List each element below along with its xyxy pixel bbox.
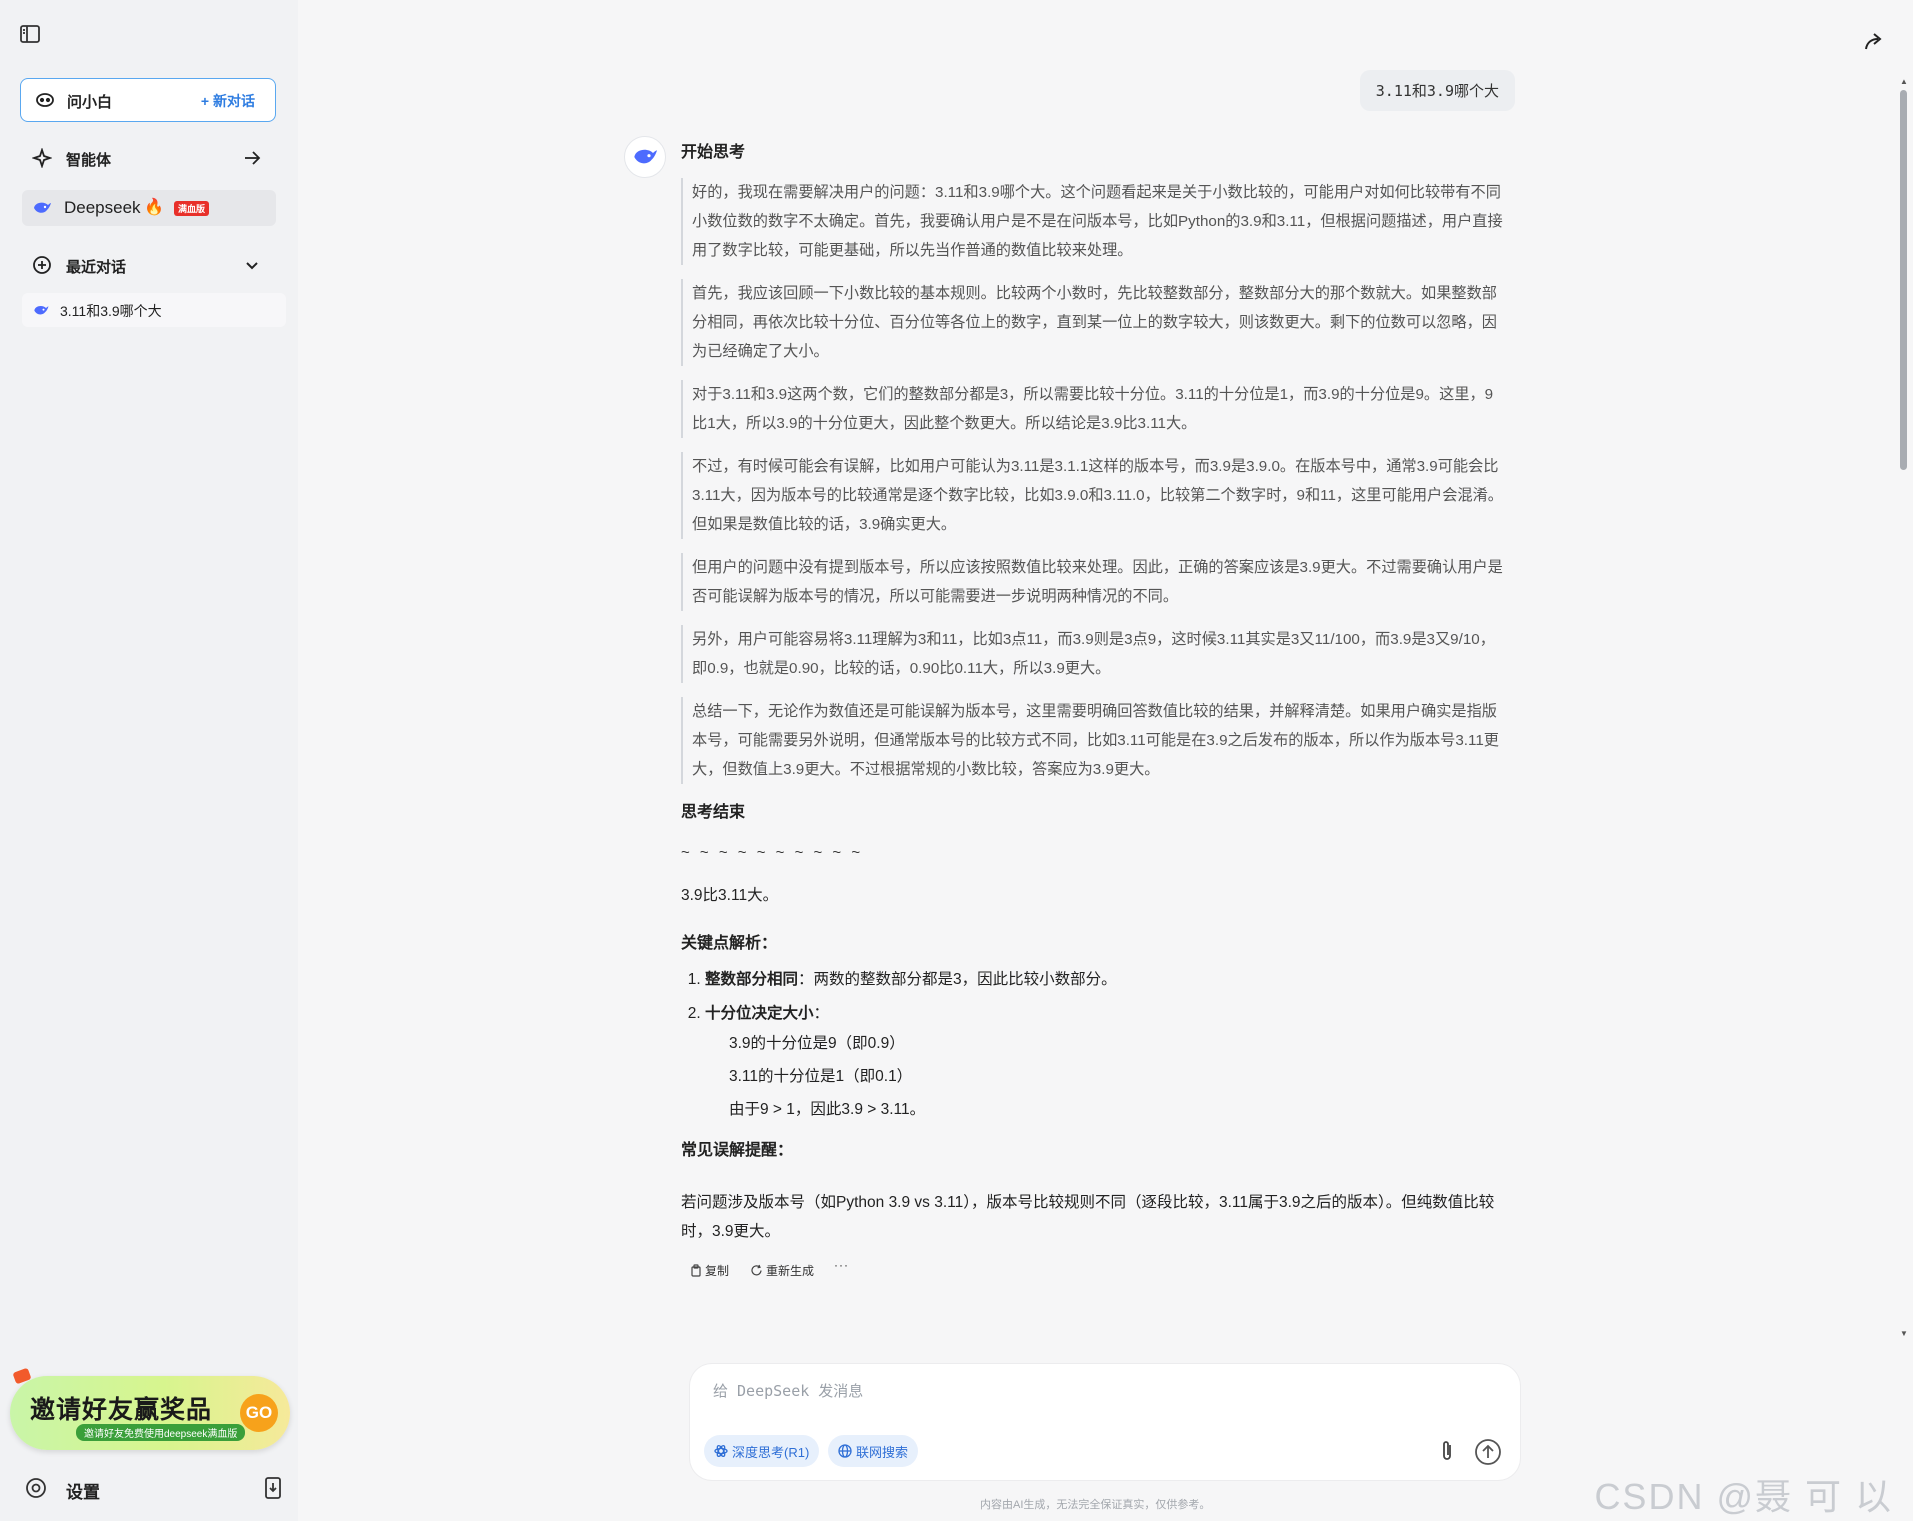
sidebar-item-deepseek[interactable]: Deepseek 🔥 满血版 <box>22 190 276 226</box>
tenths-line: 3.11的十分位是1（即0.1） <box>729 1068 913 1085</box>
tenths-line: 3.9的十分位是9（即0.9） <box>729 1035 905 1052</box>
message-actions: 复制 重新生成 ··· <box>681 1258 1507 1282</box>
more-button[interactable]: ··· <box>834 1258 849 1272</box>
new-chat-button[interactable]: + 新对话 <box>201 91 255 111</box>
fire-icon: 🔥 <box>144 199 164 216</box>
web-search-label: 联网搜索 <box>856 1444 909 1460</box>
globe-icon <box>838 1444 852 1458</box>
answer-text: 3.9比3.11大。 <box>681 887 779 904</box>
list-item: 整数部分相同：两数的整数部分都是3，因此比较小数部分。 <box>705 967 1507 993</box>
regenerate-button[interactable]: 重新生成 <box>750 1262 814 1279</box>
key-point-text: ：两数的整数部分都是3，因此比较小数部分。 <box>798 971 1117 988</box>
key-point-title: 十分位决定大小 <box>705 1005 814 1022</box>
download-app-icon[interactable] <box>262 1476 284 1500</box>
deepseek-whale-icon <box>634 149 657 164</box>
misconception-text: 若问题涉及版本号（如Python 3.9 vs 3.11），版本号比较规则不同（… <box>681 1194 1495 1240</box>
deepseek-whale-icon <box>32 199 52 217</box>
full-version-badge: 满血版 <box>174 201 210 216</box>
chevron-down-icon[interactable] <box>242 255 262 275</box>
key-points-heading: 关键点解析： <box>681 935 778 952</box>
recent-chat-item[interactable]: 3.11和3.9哪个大 <box>22 293 286 327</box>
deepseek-whale-icon <box>32 303 50 318</box>
copy-icon <box>691 1264 701 1277</box>
regenerate-label: 重新生成 <box>766 1264 815 1278</box>
arrow-up-icon <box>1475 1439 1501 1465</box>
scroll-down-arrow[interactable]: ▼ <box>1899 1330 1909 1338</box>
think-paragraph: 不过，有时候可能会有误解，比如用户可能认为3.11是3.1.1这样的版本号，而3… <box>681 452 1507 539</box>
chat-bubble-icon <box>35 90 55 110</box>
think-paragraph: 好的，我现在需要解决用户的问题：3.11和3.9哪个大。这个问题看起来是关于小数… <box>681 178 1507 265</box>
message-input-box[interactable]: 给 DeepSeek 发消息 深度思考(R1) 联网搜索 <box>690 1364 1520 1480</box>
key-points-list: 整数部分相同：两数的整数部分都是3，因此比较小数部分。 十分位决定大小： <box>681 967 1507 1027</box>
recent-chat-title: 3.11和3.9哪个大 <box>60 303 162 319</box>
message-input[interactable]: 给 DeepSeek 发消息 <box>713 1380 863 1401</box>
web-search-toggle[interactable]: 联网搜索 <box>828 1435 919 1467</box>
ai-disclaimer: 内容由AI生成，无法完全保证真实，仅供参考。 <box>980 1499 1211 1511</box>
list-item: 十分位决定大小： <box>705 1001 1507 1027</box>
promo-go-button[interactable]: GO <box>240 1394 278 1432</box>
plus-circle-icon <box>32 255 52 275</box>
sidebar-item-agents[interactable]: 智能体 <box>20 138 276 178</box>
copy-button[interactable]: 复制 <box>690 1262 729 1279</box>
deepseek-avatar <box>624 136 666 178</box>
settings-row[interactable]: 设置 <box>24 1474 284 1504</box>
settings-label: 设置 <box>66 1483 100 1502</box>
deep-think-label: 深度思考(R1) <box>732 1444 810 1460</box>
think-paragraph: 对于3.11和3.9这两个数，它们的整数部分都是3，所以需要比较十分位。3.11… <box>681 380 1507 438</box>
promo-subtitle: 邀请好友免费使用deepseek满血版 <box>76 1424 246 1441</box>
scroll-up-arrow[interactable]: ▲ <box>1899 78 1909 86</box>
tenths-line: 由于9 > 1，因此3.9 > 3.11。 <box>729 1101 926 1118</box>
promo-title: 邀请好友赢奖品 <box>30 1396 213 1424</box>
deep-think-toggle[interactable]: 深度思考(R1) <box>704 1435 820 1467</box>
user-message: 3.11和3.9哪个大 <box>1359 70 1515 111</box>
refresh-icon <box>751 1264 762 1276</box>
arrow-right-icon <box>242 148 262 168</box>
watermark: CSDN @聂 可 以 <box>1594 1476 1893 1517</box>
assistant-response: 开始思考 好的，我现在需要解决用户的问题：3.11和3.9哪个大。这个问题看起来… <box>681 140 1507 1282</box>
attachment-icon[interactable] <box>1434 1438 1460 1464</box>
key-point-text: ： <box>813 1005 830 1022</box>
think-paragraph: 总结一下，无论作为数值还是可能误解为版本号，这里需要明确回答数值比较的结果，并解… <box>681 697 1507 784</box>
ribbon-icon <box>12 1367 32 1385</box>
invite-promo-banner[interactable]: 邀请好友赢奖品 邀请好友免费使用deepseek满血版 GO <box>10 1367 290 1450</box>
sparkle-icon <box>32 148 52 168</box>
copy-label: 复制 <box>705 1264 730 1278</box>
scrollbar-thumb[interactable] <box>1900 90 1907 470</box>
send-button[interactable] <box>1474 1438 1502 1466</box>
sidebar-item-recent[interactable]: 最近对话 <box>20 245 276 285</box>
ask-label: 问小白 <box>67 94 113 111</box>
key-point-title: 整数部分相同 <box>705 971 799 988</box>
share-icon[interactable] <box>1862 30 1886 54</box>
recent-label: 最近对话 <box>66 259 127 276</box>
think-paragraph: 但用户的问题中没有提到版本号，所以应该按照数值比较来处理。因此，正确的答案应该是… <box>681 553 1507 611</box>
gear-icon <box>24 1476 48 1500</box>
agents-label: 智能体 <box>66 152 112 169</box>
think-start-heading: 开始思考 <box>681 144 746 161</box>
ask-xiaobai-box[interactable]: 问小白 + 新对话 <box>20 78 276 122</box>
deepseek-label: Deepseek <box>64 198 141 217</box>
sidebar-toggle-icon[interactable] <box>18 22 42 46</box>
misconception-heading: 常见误解提醒： <box>681 1142 794 1159</box>
think-paragraph: 另外，用户可能容易将3.11理解为3和11，比如3点11，而3.9则是3点9，这… <box>681 625 1507 683</box>
atom-icon <box>714 1445 728 1457</box>
separator: ~ ~ ~ ~ ~ ~ ~ ~ ~ ~ <box>681 844 864 861</box>
think-end-heading: 思考结束 <box>681 804 746 821</box>
think-paragraph: 首先，我应该回顾一下小数比较的基本规则。比较两个小数时，先比较整数部分，整数部分… <box>681 279 1507 366</box>
sidebar: 问小白 + 新对话 智能体 Deepseek 🔥 满血版 最近对话 3.11和3… <box>0 0 298 1521</box>
